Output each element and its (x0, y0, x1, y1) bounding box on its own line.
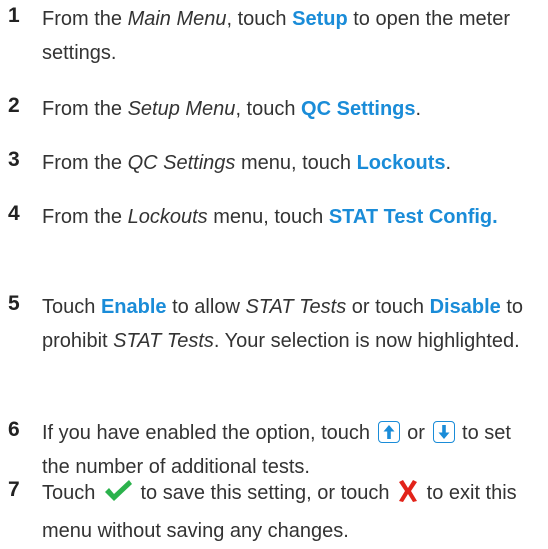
arrow-down-icon (432, 421, 455, 443)
text: , touch (226, 8, 293, 30)
step-text: From the QC Settings menu, touch Lockout… (42, 146, 542, 180)
text: , touch (235, 98, 302, 120)
text: or touch (346, 296, 430, 318)
step-number: 4 (8, 202, 20, 225)
step-text: From the Lockouts menu, touch STAT Test … (42, 200, 542, 234)
text: From the (42, 206, 128, 228)
step-text: From the Main Menu, touch Setup to open … (42, 2, 542, 70)
setup-keyword: Setup (292, 8, 348, 30)
checkmark-icon (103, 479, 133, 514)
stat-tests-term: STAT Tests (113, 330, 214, 352)
step-text: Touch to save this setting, or touch to … (42, 476, 542, 548)
stat-tests-term: STAT Tests (245, 296, 347, 318)
menu-name: QC Settings (127, 152, 236, 174)
text: From the (42, 8, 128, 30)
text: . (445, 152, 452, 174)
text: to allow (166, 296, 246, 318)
step-number: 2 (8, 94, 20, 117)
menu-name: Setup Menu (127, 98, 236, 120)
text: . Your selection is now highlighted. (213, 330, 520, 352)
text: menu, touch (207, 206, 329, 228)
cross-icon (397, 479, 419, 514)
menu-name: Lockouts (127, 206, 208, 228)
text: menu, touch (235, 152, 357, 174)
step-number: 7 (8, 478, 20, 501)
step-number: 3 (8, 148, 20, 171)
qc-settings-keyword: QC Settings (301, 98, 416, 120)
disable-keyword: Disable (429, 296, 501, 318)
step-number: 6 (8, 418, 20, 441)
enable-keyword: Enable (100, 296, 167, 318)
menu-name: Main Menu (127, 8, 227, 30)
step-number: 5 (8, 292, 20, 315)
text: or (401, 422, 431, 444)
text: From the (42, 152, 128, 174)
step-text: Touch Enable to allow STAT Tests or touc… (42, 290, 542, 358)
text: . (415, 98, 422, 120)
text: Touch (42, 296, 101, 318)
text: Touch (42, 482, 101, 504)
text: From the (42, 98, 128, 120)
step-text: If you have enabled the option, touch or… (42, 416, 542, 484)
text: If you have enabled the option, touch (42, 422, 376, 444)
step-number: 1 (8, 4, 20, 27)
arrow-up-icon (377, 421, 400, 443)
stat-test-config-keyword: STAT Test Config. (328, 206, 498, 228)
lockouts-keyword: Lockouts (356, 152, 446, 174)
text: to save this setting, or touch (134, 482, 396, 504)
step-text: From the Setup Menu, touch QC Settings. (42, 92, 542, 126)
